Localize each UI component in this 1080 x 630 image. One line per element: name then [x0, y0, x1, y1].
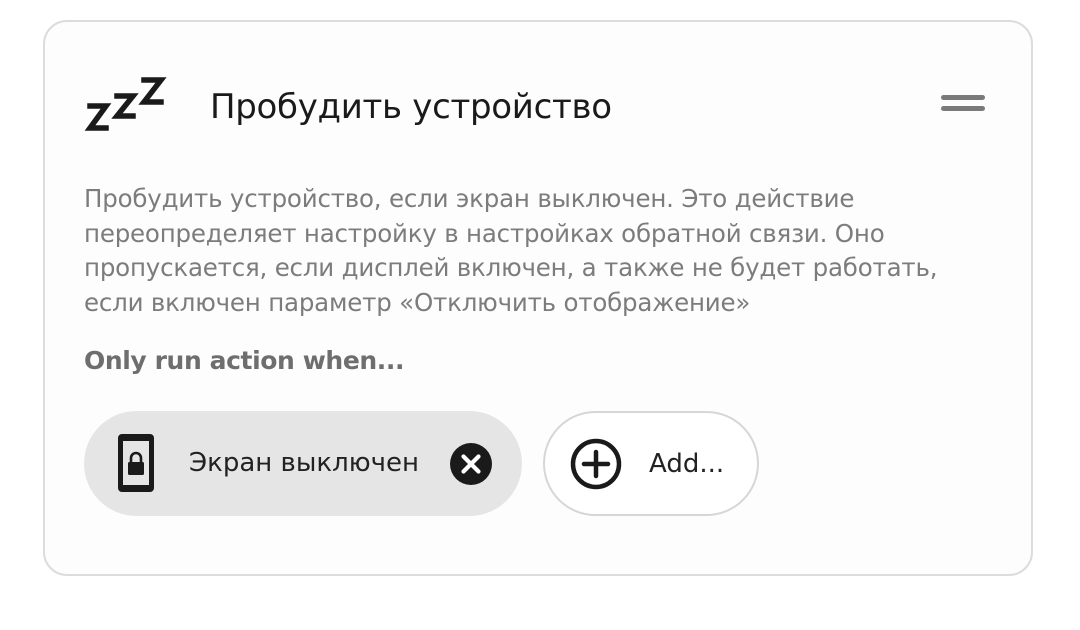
condition-label: Экран выключен — [189, 448, 419, 478]
action-description: Пробудить устройство, если экран выключе… — [84, 184, 938, 317]
conditions-heading: Only run action when... — [84, 346, 405, 375]
add-button-label: Add... — [649, 449, 725, 479]
add-condition-button[interactable]: Add... — [543, 411, 759, 516]
close-circle-icon[interactable] — [449, 442, 493, 486]
action-title: Пробудить устройство — [210, 87, 612, 127]
condition-chip-screen-off[interactable]: Экран выключен — [84, 411, 522, 516]
zzz-sleep-icon — [84, 77, 167, 131]
plus-circle-icon — [570, 438, 622, 490]
drag-handle-icon[interactable] — [940, 92, 986, 114]
phone-lock-icon — [118, 434, 154, 492]
